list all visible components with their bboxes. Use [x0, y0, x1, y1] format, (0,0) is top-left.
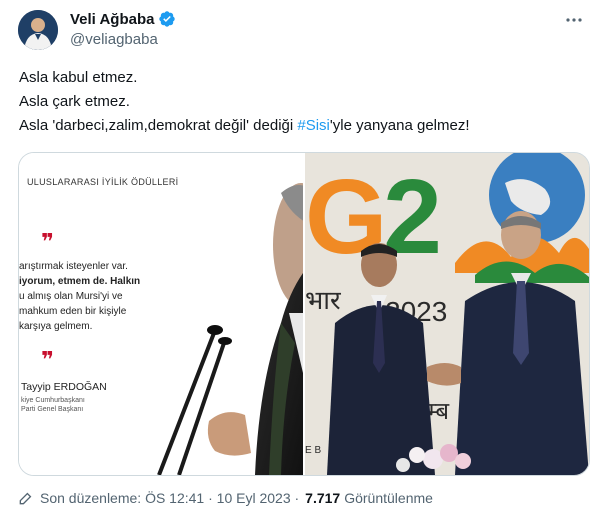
banner-bottom-left: E B [305, 445, 321, 456]
g20-photo-scene: G 2 भार 2023 कुटुम्ब E B UY [305, 153, 589, 475]
author-display-name[interactable]: Veli Ağbaba [70, 11, 154, 28]
media-image-g20-photo[interactable]: G 2 भार 2023 कुटुम्ब E B UY [305, 153, 589, 475]
edit-pencil-icon [19, 492, 32, 505]
quote-signature-title-1: kiye Cumhurbaşkanı [21, 397, 85, 404]
hashtag-link[interactable]: #Sisi [297, 117, 330, 134]
tweet-line-3-prefix: Asla 'darbeci,zalim,demokrat değil' dedi… [19, 117, 298, 134]
banner-fragment-left: भार [305, 286, 342, 316]
tweet-line-3-suffix: 'yle yanyana gelmez! [329, 117, 470, 134]
avatar[interactable] [18, 10, 58, 50]
edited-timestamp[interactable]: Son düzenleme: ÖS 12:41 · 10 Eyl 2023 · [40, 490, 299, 506]
author-name-row: Veli Ağbaba [70, 10, 176, 28]
tweet-line-2: Asla çark etmez. [19, 93, 130, 110]
tweet-text: Asla kabul etmez. Asla çark etmez. Asla … [19, 66, 589, 138]
views-count: 7.717 [305, 490, 341, 506]
quote-line: arıştırmak isteyenler var. [19, 261, 128, 272]
quote-signature-title-2: Parti Genel Başkanı [21, 406, 84, 413]
tweet-line-1: Asla kabul etmez. [19, 69, 138, 86]
quote-open-icon: ❞ [41, 229, 54, 254]
quote-close-icon: ❞ [41, 347, 54, 372]
more-options-button[interactable] [564, 10, 584, 30]
quote-signature-name: Tayyip ERDOĞAN [21, 381, 107, 393]
quote-line: u almış olan Mursi'yi ve [19, 291, 123, 302]
media-image-quote-card[interactable]: ULUSLARARASI İYİLİK ÖDÜLLERİ ❞ arıştırma… [19, 153, 303, 475]
quote-line: mahkum eden bir kişiyle [19, 306, 127, 317]
quote-line: iyorum, etmem de. Halkın [19, 276, 141, 287]
avatar-image [18, 10, 58, 50]
quote-line: karşıya gelmem. [19, 321, 93, 332]
quote-body: arıştırmak isteyenler var. iyorum, etmem… [19, 259, 189, 334]
author-handle[interactable]: @veliagbaba [70, 31, 158, 48]
tweet-footer: Son düzenleme: ÖS 12:41 · 10 Eyl 2023 · … [18, 490, 433, 506]
tweet-media: ULUSLARARASI İYİLİK ÖDÜLLERİ ❞ arıştırma… [18, 152, 590, 476]
more-horizontal-icon [566, 18, 582, 22]
verified-badge-icon[interactable] [158, 10, 176, 28]
views-label: Görüntülenme [344, 490, 433, 506]
tweet-line-3: Asla 'darbeci,zalim,demokrat değil' dedi… [19, 114, 589, 138]
